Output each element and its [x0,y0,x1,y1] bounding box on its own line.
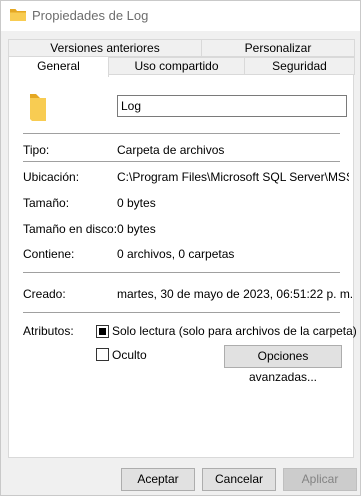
tab-seguridad[interactable]: Seguridad [244,57,355,75]
hidden-label[interactable]: Oculto [112,348,147,362]
tab-personalizar[interactable]: Personalizar [201,39,355,57]
readonly-checkbox[interactable] [96,325,109,338]
divider [23,133,340,134]
location-label: Ubicación: [23,170,80,184]
folder-name-field[interactable]: Log [117,95,347,117]
size-label: Tamaño: [23,196,70,210]
divider [23,272,340,273]
type-label: Tipo: [23,143,50,157]
accept-button[interactable]: Aceptar [121,468,195,491]
created-label: Creado: [23,287,66,301]
attributes-label: Atributos: [23,324,74,338]
title-bar[interactable]: Propiedades de Log [1,1,360,31]
window-title: Propiedades de Log [32,8,149,23]
contains-value: 0 archivos, 0 carpetas [117,247,235,261]
location-value[interactable]: C:\Program Files\Microsoft SQL Server\MS… [117,170,349,184]
divider [23,161,340,162]
properties-dialog: Propiedades de Log Versiones anteriores … [0,0,361,496]
tab-general[interactable]: General [8,56,109,77]
general-panel: Log Tipo: Carpeta de archivos Ubicación:… [8,74,357,458]
readonly-label[interactable]: Solo lectura (solo para archivos de la c… [112,324,357,338]
tab-uso-compartido[interactable]: Uso compartido [108,57,245,75]
type-value: Carpeta de archivos [117,143,225,157]
tab-versiones-anteriores[interactable]: Versiones anteriores [8,39,202,57]
advanced-options-button[interactable]: Opciones avanzadas... [224,345,342,384]
created-value: martes, 30 de mayo de 2023, 06:51:22 p. … [117,287,354,301]
size-on-disk-label: Tamaño en disco: [23,222,118,236]
divider [23,312,340,313]
size-on-disk-value: 0 bytes [117,222,156,236]
size-value: 0 bytes [117,196,156,210]
folder-icon [30,94,46,121]
hidden-checkbox[interactable] [96,348,109,361]
contains-label: Contiene: [23,247,75,261]
folder-icon [10,9,26,21]
apply-button[interactable]: Aplicar [283,468,357,491]
cancel-button[interactable]: Cancelar [202,468,276,491]
